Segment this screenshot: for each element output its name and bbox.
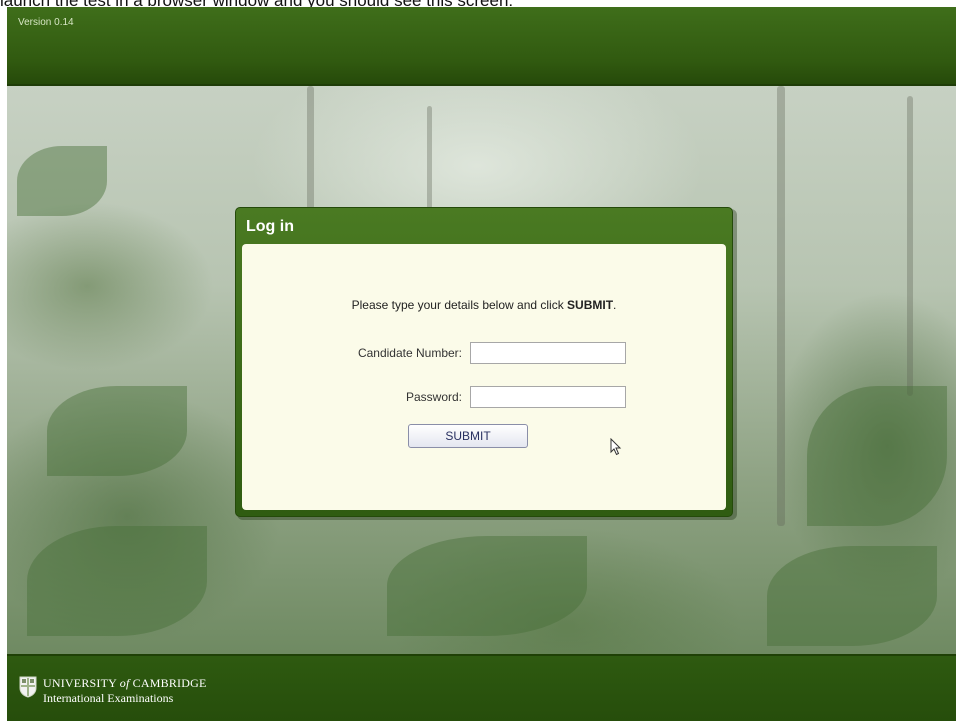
university-name-part2: CAMBRIDGE	[129, 676, 207, 690]
password-label: Password:	[405, 390, 462, 404]
candidate-number-label: Candidate Number:	[357, 346, 462, 360]
instruction-text: Please type your details below and click	[351, 298, 568, 312]
foliage	[387, 536, 587, 636]
login-panel: Log in Please type your details below an…	[235, 207, 733, 517]
university-name: UNIVERSITY of CAMBRIDGE	[43, 676, 207, 691]
version-label: Version 0.14	[18, 17, 74, 28]
tree-trunk	[907, 96, 913, 396]
instruction-submit-word: SUBMIT	[567, 298, 614, 312]
submit-button[interactable]: SUBMIT	[408, 424, 528, 448]
foliage	[17, 146, 107, 216]
foliage	[767, 546, 937, 646]
top-bar: Version 0.14	[7, 7, 956, 86]
foliage	[27, 526, 207, 636]
university-name-part1: UNIVERSITY	[43, 676, 120, 690]
tree-trunk	[777, 86, 785, 526]
login-title: Log in	[246, 218, 294, 235]
mouse-pointer-icon	[610, 438, 622, 456]
password-input[interactable]	[470, 386, 626, 408]
login-form: Please type your details below and click…	[242, 244, 726, 510]
foliage	[47, 386, 187, 476]
examinations-name: International Examinations	[43, 691, 174, 705]
login-instruction: Please type your details below and click…	[242, 298, 726, 312]
foliage	[807, 386, 947, 526]
instruction-period: .	[613, 298, 617, 312]
cambridge-crest-icon	[19, 676, 37, 698]
candidate-number-input[interactable]	[470, 342, 626, 364]
footer-bar: UNIVERSITY of CAMBRIDGE International Ex…	[7, 654, 956, 721]
